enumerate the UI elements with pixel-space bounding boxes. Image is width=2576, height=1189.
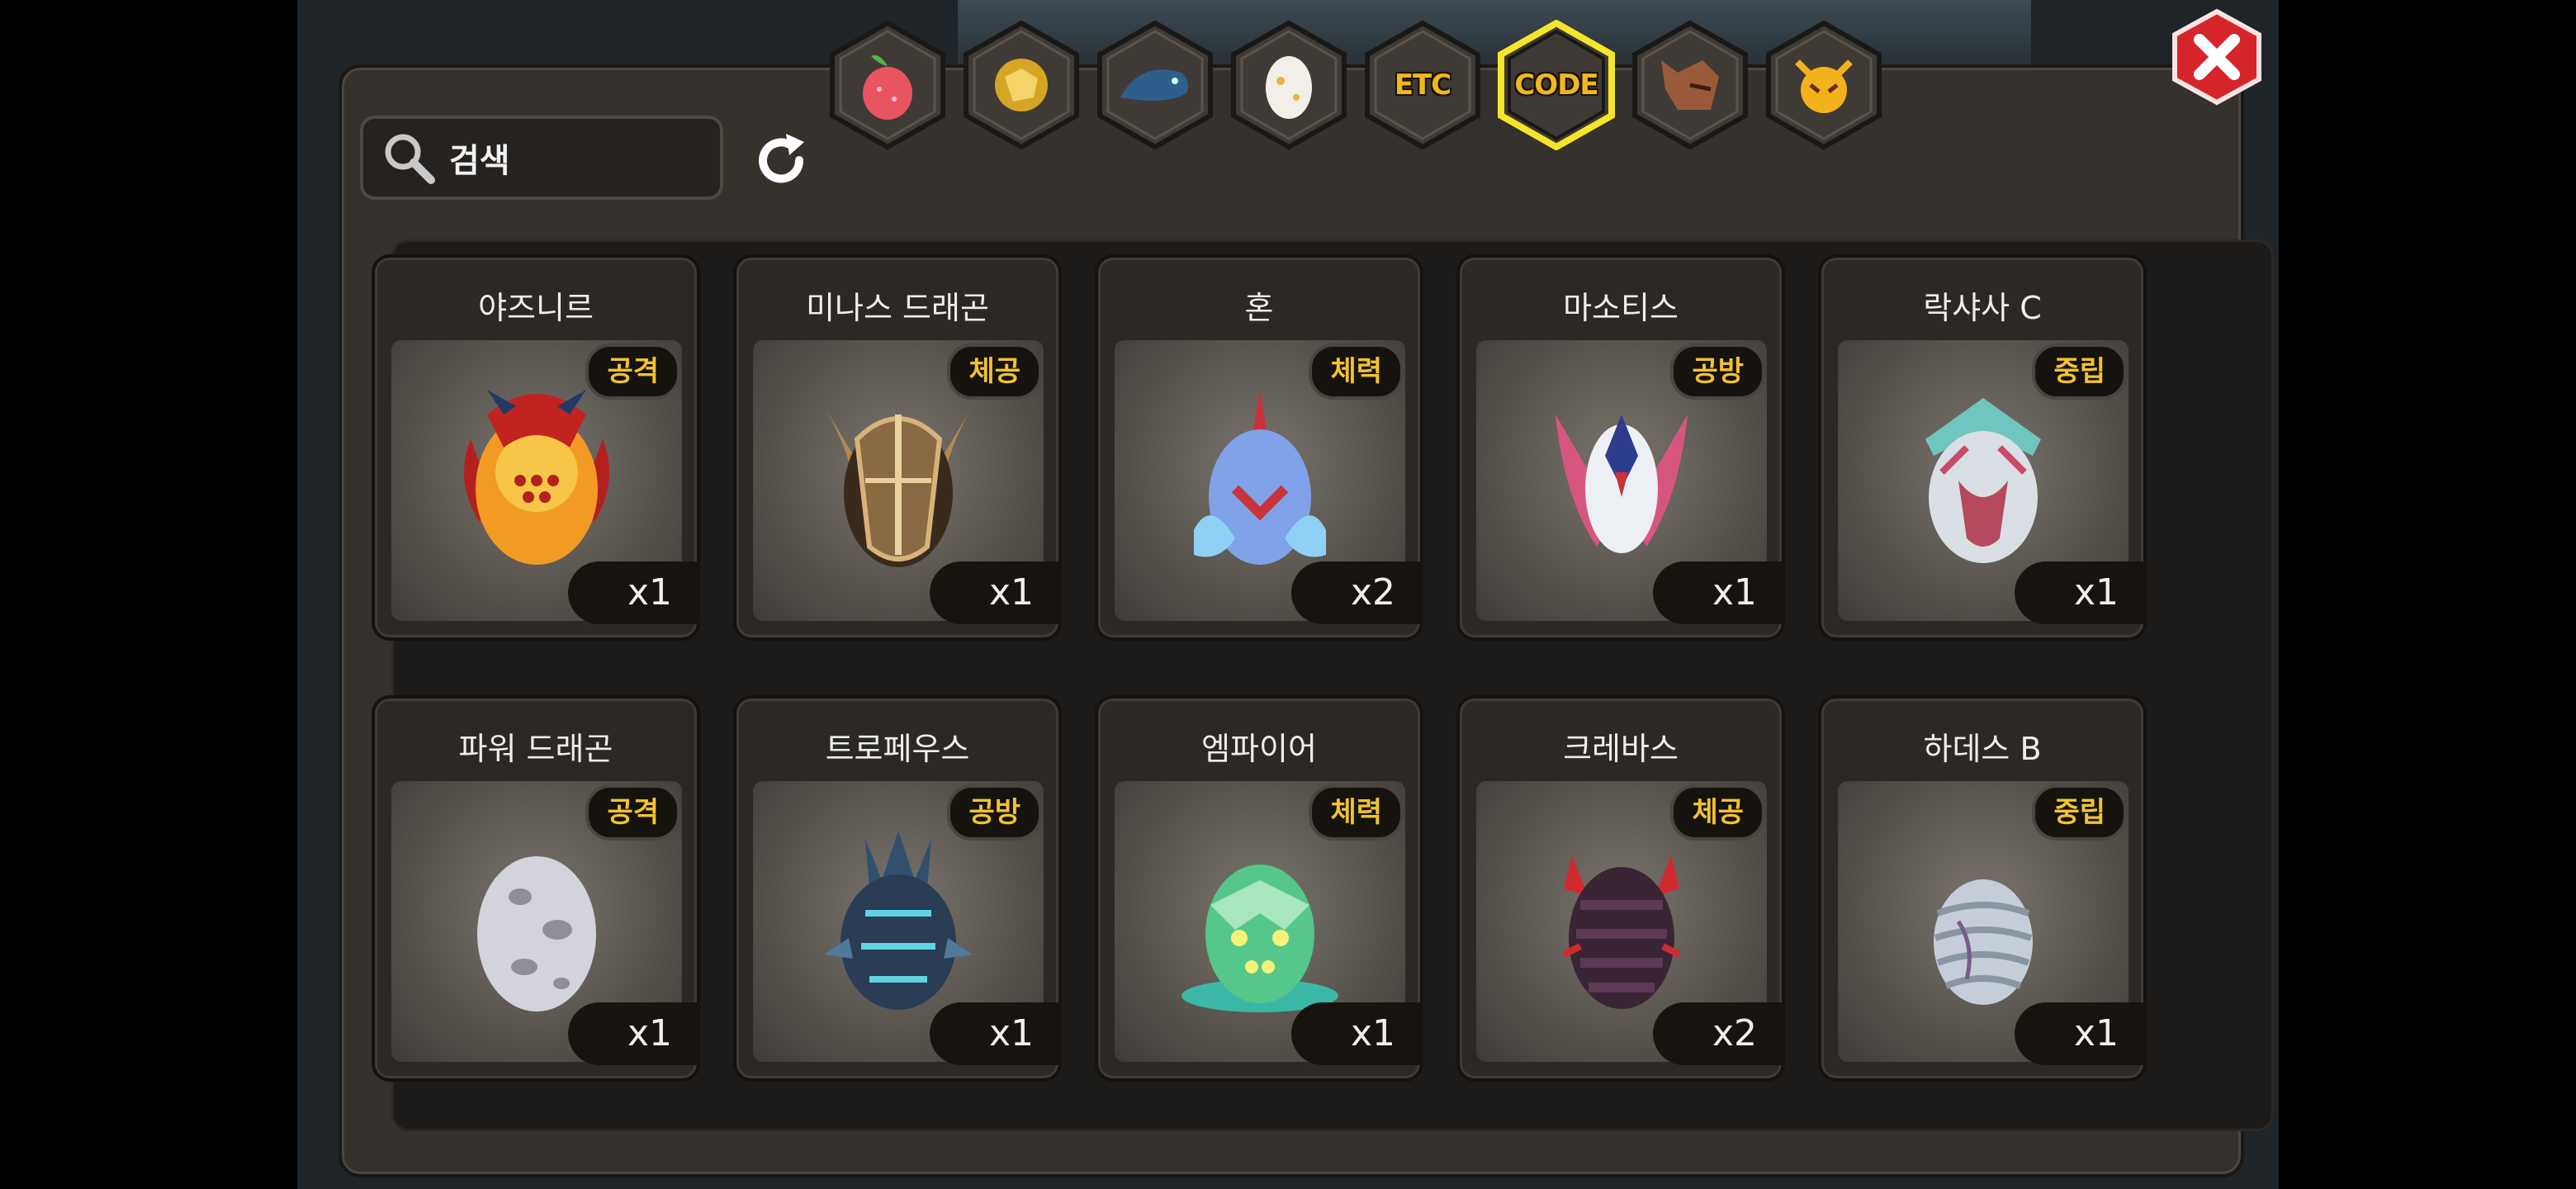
- item-card[interactable]: 하데스 B 중립 x1: [1818, 695, 2147, 1082]
- item-name: 락샤사 C: [1923, 290, 2042, 326]
- item-card[interactable]: 파워 드래곤 공격 x1: [372, 695, 700, 1082]
- item-card[interactable]: 미나스 드래곤 체공 x1: [733, 254, 1062, 641]
- item-tag-badge: 체공: [947, 343, 1042, 400]
- item-quantity: x1: [568, 1002, 700, 1065]
- item-tag-badge: 공방: [947, 784, 1042, 841]
- item-card[interactable]: 마소티스 공방 x1: [1456, 254, 1785, 641]
- golden-face-icon: [1795, 59, 1853, 113]
- item-name: 트로페우스: [825, 731, 970, 767]
- tab-food[interactable]: [826, 20, 949, 150]
- item-quantity: x2: [1653, 1002, 1785, 1065]
- hon-egg-icon: [1194, 390, 1326, 565]
- tab-dragon[interactable]: [1093, 20, 1217, 150]
- raksasa-egg-icon: [1925, 398, 2041, 563]
- minas-dragon-egg-icon: [824, 406, 973, 567]
- tab-code-label: CODE: [1514, 69, 1598, 102]
- wolf-head-icon: [1661, 60, 1719, 110]
- tab-emblem[interactable]: [1762, 20, 1886, 150]
- item-card[interactable]: 혼 체력 x2: [1095, 254, 1423, 641]
- gold-ore-icon: [995, 59, 1048, 111]
- item-quantity: x1: [1653, 561, 1785, 624]
- item-name: 파워 드래곤: [458, 731, 613, 767]
- item-grid: 야즈니르 공격 x1 미나스 드래곤 체공 x1 혼 체력 x2 마소티스 공방…: [372, 239, 2274, 1131]
- item-tag-badge: 체공: [1670, 784, 1765, 841]
- item-name: 마소티스: [1563, 290, 1679, 326]
- crevasse-egg-icon: [1562, 855, 1681, 1009]
- item-name: 혼: [1244, 290, 1274, 326]
- item-quantity: x1: [2015, 1002, 2147, 1065]
- egg-icon: [1266, 56, 1312, 119]
- search-label: 검색: [449, 142, 510, 180]
- item-name: 미나스 드래곤: [806, 290, 989, 326]
- item-tag-badge: 체력: [1309, 784, 1404, 841]
- tab-etc[interactable]: ETC: [1361, 20, 1485, 150]
- item-quantity: x1: [2015, 561, 2147, 624]
- tropheus-egg-icon: [824, 831, 973, 1010]
- inventory-panel: 야즈니르 공격 x1 미나스 드래곤 체공 x1 혼 체력 x2 마소티스 공방…: [339, 64, 2274, 1177]
- item-quantity: x1: [930, 561, 1062, 624]
- masotis-egg-icon: [1556, 414, 1688, 553]
- item-card[interactable]: 엠파이어 체력 x1: [1095, 695, 1423, 1082]
- item-tag-badge: 공방: [1670, 343, 1765, 400]
- item-tag-badge: 중립: [2032, 343, 2127, 400]
- item-quantity: x1: [930, 1002, 1062, 1065]
- item-card[interactable]: 야즈니르 공격 x1: [372, 254, 700, 641]
- tab-code[interactable]: CODE: [1494, 20, 1618, 150]
- game-screen: 야즈니르 공격 x1 미나스 드래곤 체공 x1 혼 체력 x2 마소티스 공방…: [297, 0, 2279, 1189]
- tab-gold[interactable]: [959, 20, 1083, 150]
- item-quantity: x1: [1291, 1002, 1423, 1065]
- empire-egg-icon: [1181, 865, 1338, 1012]
- search-icon: [385, 134, 435, 184]
- refresh-icon[interactable]: [750, 129, 812, 192]
- search-field[interactable]: 검색: [360, 116, 723, 200]
- close-button[interactable]: [2168, 8, 2266, 106]
- item-tag-badge: 공격: [585, 784, 680, 841]
- item-name: 크레바스: [1563, 731, 1679, 767]
- item-name: 하데스 B: [1923, 731, 2042, 767]
- tab-egg[interactable]: [1227, 20, 1351, 150]
- item-tag-badge: 중립: [2032, 784, 2127, 841]
- item-quantity: x2: [1291, 561, 1423, 624]
- fruit-icon: [863, 54, 912, 120]
- tab-etc-label: ETC: [1394, 69, 1451, 102]
- item-name: 야즈니르: [478, 290, 594, 326]
- hades-egg-icon: [1934, 879, 2033, 1005]
- item-tag-badge: 공격: [585, 343, 680, 400]
- item-tag-badge: 체력: [1309, 343, 1404, 400]
- item-name: 엠파이어: [1201, 731, 1317, 767]
- item-quantity: x1: [568, 561, 700, 624]
- item-card[interactable]: 트로페우스 공방 x1: [733, 695, 1062, 1082]
- power-dragon-egg-icon: [477, 856, 596, 1011]
- blue-dragon-icon: [1120, 69, 1188, 101]
- tab-wolf[interactable]: [1628, 20, 1752, 150]
- item-card[interactable]: 락샤사 C 중립 x1: [1818, 254, 2147, 641]
- yaznir-egg-icon: [464, 390, 609, 565]
- item-card[interactable]: 크레바스 체공 x2: [1456, 695, 1785, 1082]
